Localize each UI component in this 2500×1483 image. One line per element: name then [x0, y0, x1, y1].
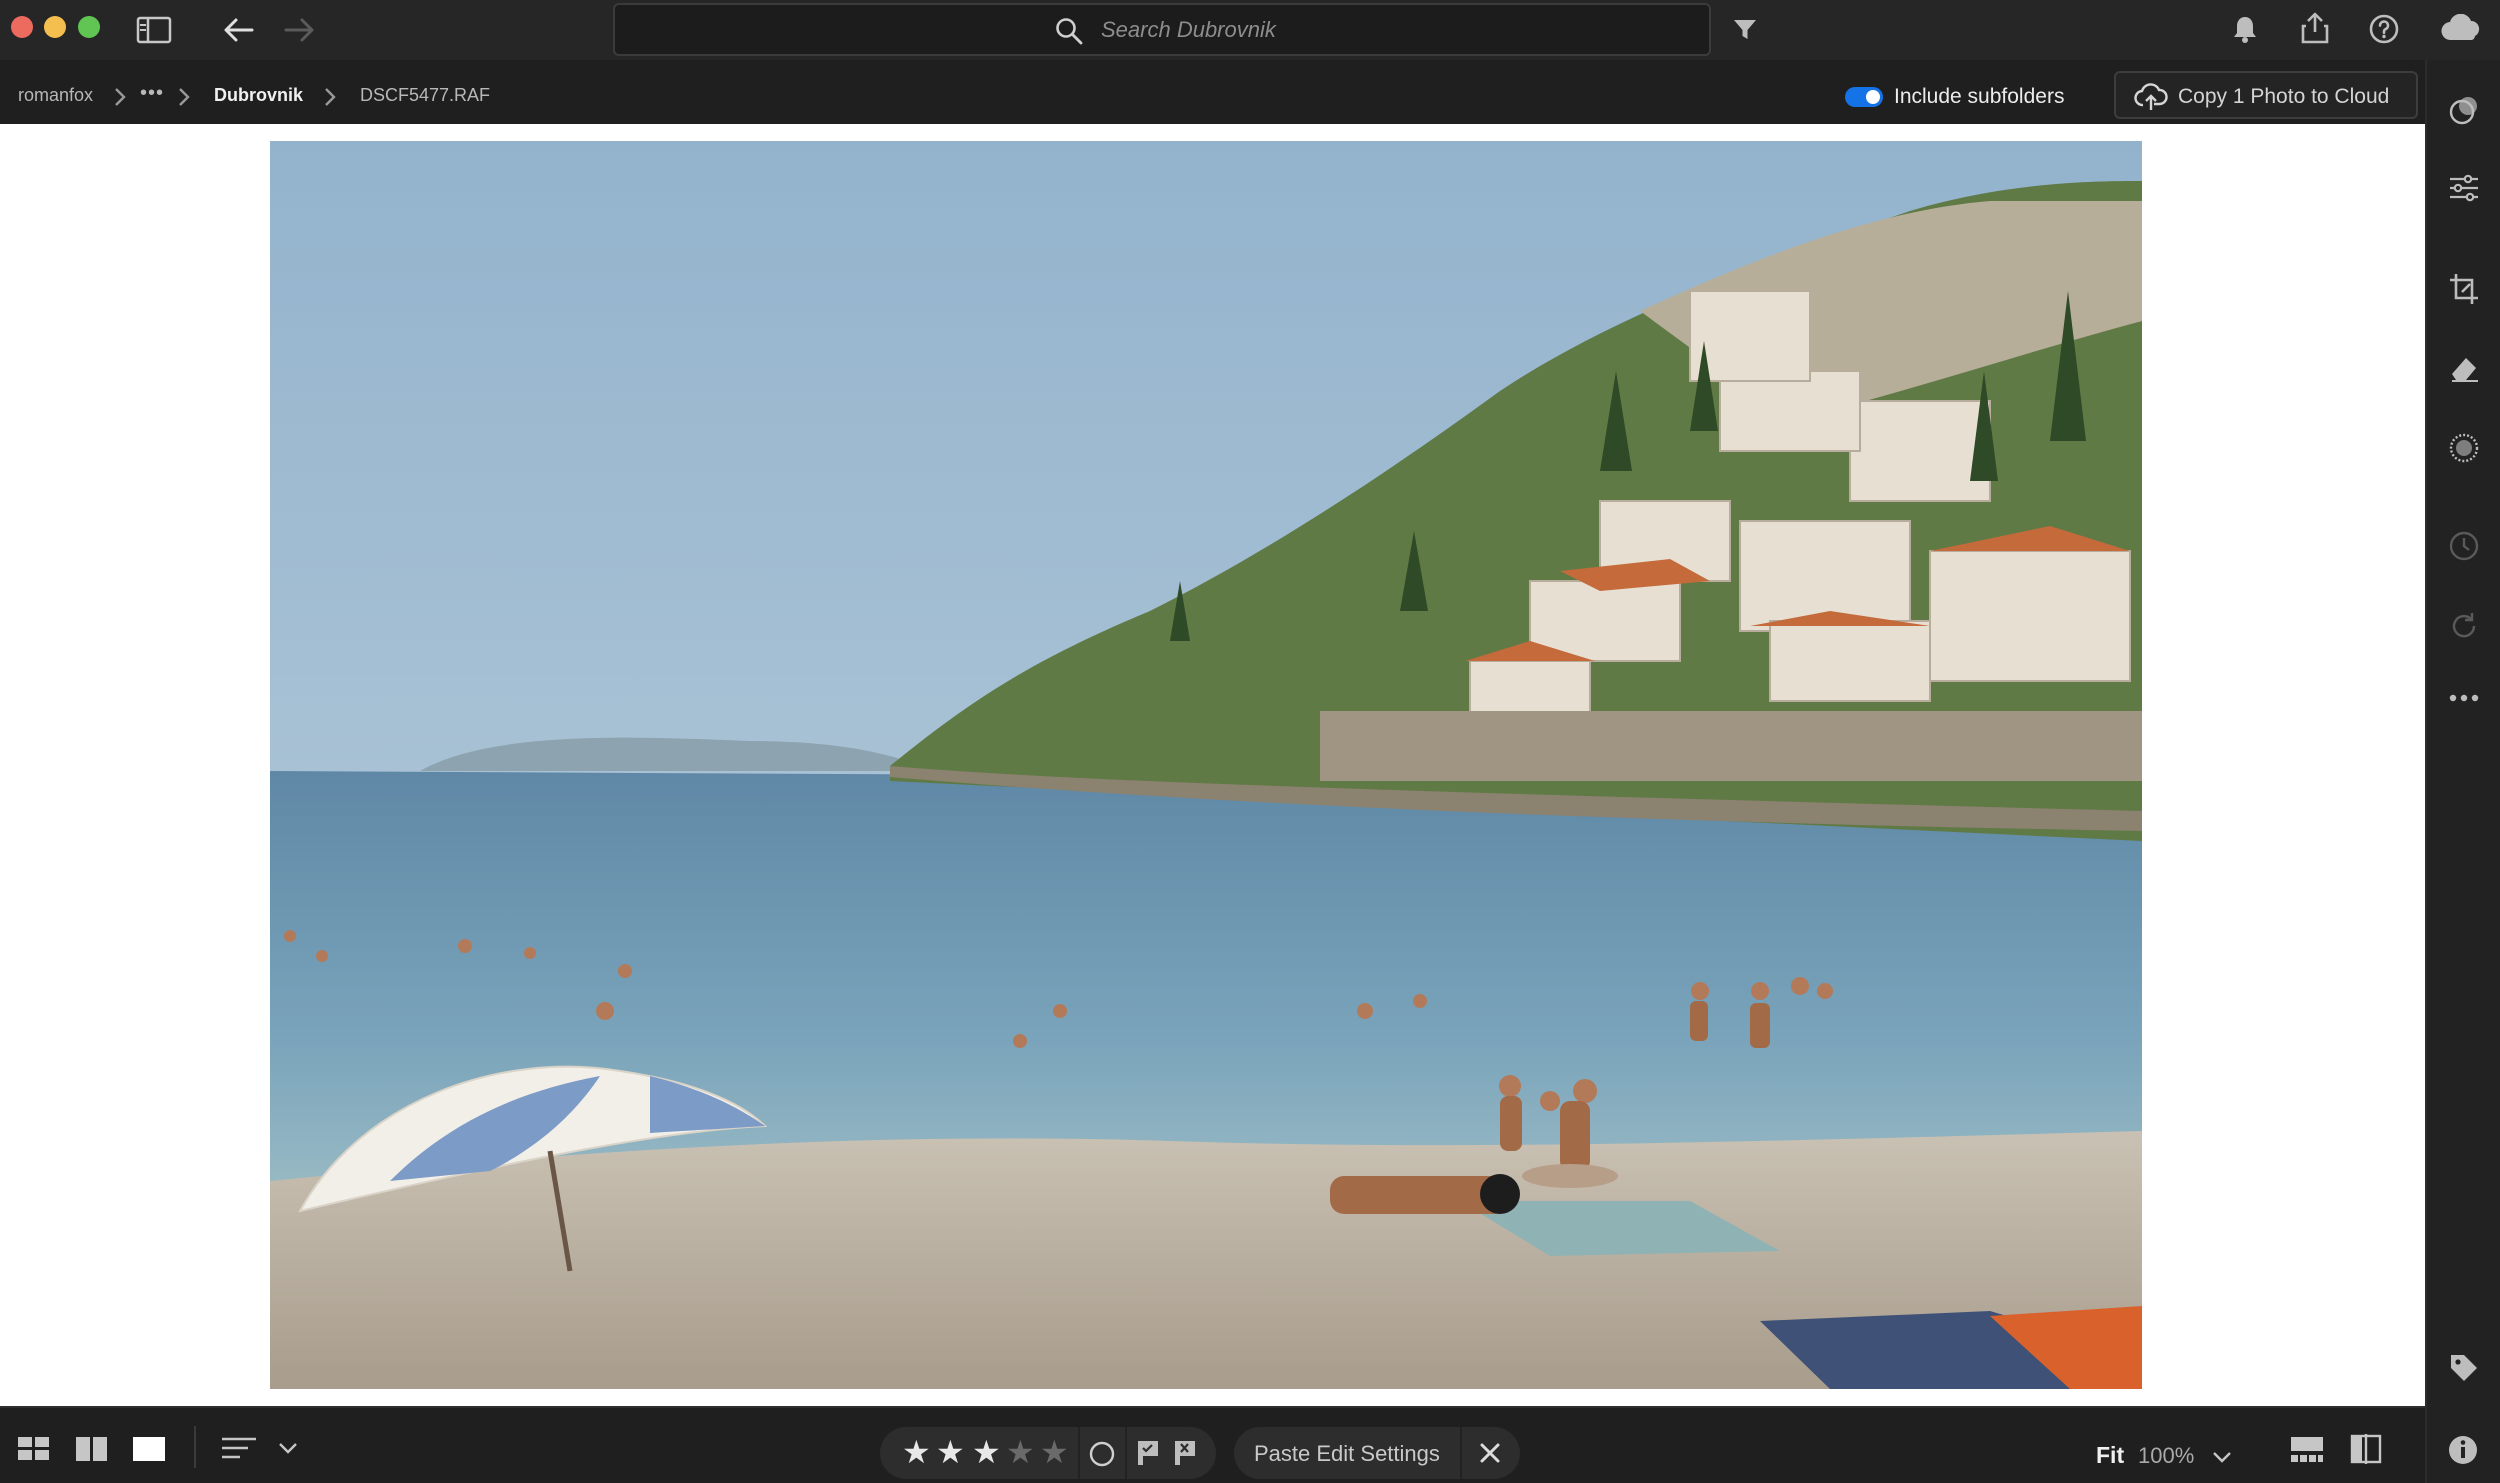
- breadcrumb-item-file: DSCF5477.RAF: [360, 85, 491, 105]
- breadcrumb-item-folder[interactable]: Dubrovnik: [214, 85, 303, 106]
- photo-canvas: [0, 124, 2425, 1406]
- loupe-photo[interactable]: [270, 141, 2142, 1389]
- help-icon[interactable]: [2368, 13, 2400, 45]
- grid-view-icon[interactable]: [18, 1436, 50, 1462]
- pill-divider: [1078, 1427, 1080, 1479]
- include-subfolders-toggle[interactable]: [1845, 87, 1883, 107]
- flag-reject-icon[interactable]: [1171, 1439, 1199, 1467]
- search-bar[interactable]: [613, 3, 1711, 56]
- chevron-right-icon: [114, 87, 126, 107]
- rating-star[interactable]: ★: [936, 1436, 965, 1468]
- cloud-status-icon[interactable]: [2440, 14, 2484, 42]
- square-grid-view-icon[interactable]: [76, 1436, 108, 1462]
- sort-icon[interactable]: [222, 1436, 258, 1462]
- paste-edit-settings-button[interactable]: Paste Edit Settings: [1234, 1427, 1520, 1479]
- rating-star[interactable]: ★: [972, 1436, 1001, 1468]
- breadcrumb-item-root[interactable]: romanfox: [18, 85, 93, 106]
- search-input[interactable]: [1101, 5, 1681, 54]
- paste-edit-settings-label: Paste Edit Settings: [1254, 1441, 1440, 1466]
- detail-view-icon[interactable]: [132, 1436, 166, 1462]
- info-icon[interactable]: [2447, 1434, 2479, 1466]
- forward-arrow-icon[interactable]: [284, 16, 316, 44]
- search-icon: [1055, 17, 1083, 45]
- versions-icon[interactable]: [2448, 610, 2480, 642]
- filter-icon[interactable]: [1732, 18, 1758, 42]
- filmstrip-icon[interactable]: [2290, 1436, 2324, 1464]
- copy-to-cloud-label: Copy 1 Photo to Cloud: [2178, 85, 2390, 108]
- zoom-dropdown-icon[interactable]: [2212, 1450, 2232, 1464]
- bell-icon[interactable]: [2232, 14, 2258, 44]
- masking-icon[interactable]: [2448, 432, 2480, 464]
- more-icon[interactable]: [2448, 692, 2480, 704]
- share-icon[interactable]: [2300, 11, 2330, 45]
- rating-star[interactable]: ★: [1006, 1436, 1035, 1468]
- rating-star[interactable]: ★: [902, 1436, 931, 1468]
- bottom-toolbar: ★ ★ ★ ★ ★ Paste Edit Settings Fit 100%: [0, 1406, 2425, 1483]
- chevron-right-icon: [178, 87, 190, 107]
- close-icon[interactable]: [1478, 1441, 1502, 1465]
- zoom-fit-button[interactable]: Fit: [2096, 1442, 2124, 1469]
- rating-flag-group: ★ ★ ★ ★ ★: [880, 1427, 1216, 1479]
- edit-sliders-icon[interactable]: [2448, 172, 2480, 204]
- cloud-upload-icon: [2134, 83, 2168, 110]
- copy-to-cloud-button[interactable]: Copy 1 Photo to Cloud: [2114, 71, 2418, 119]
- rating-star[interactable]: ★: [1040, 1436, 1069, 1468]
- include-subfolders-label: Include subfolders: [1894, 85, 2065, 108]
- flag-pick-icon[interactable]: [1134, 1439, 1162, 1467]
- window-zoom-button[interactable]: [78, 16, 100, 38]
- healing-eraser-icon[interactable]: [2448, 352, 2480, 384]
- window-minimize-button[interactable]: [44, 16, 66, 38]
- profile-icon[interactable]: [2448, 94, 2480, 126]
- chevron-right-icon: [324, 87, 336, 107]
- keywords-tag-icon[interactable]: [2448, 1352, 2480, 1384]
- breadcrumb: romanfox ••• Dubrovnik DSCF5477.RAF Incl…: [0, 60, 2425, 124]
- reject-circle-icon[interactable]: [1088, 1440, 1116, 1468]
- window-close-button[interactable]: [11, 16, 33, 38]
- pill-divider: [1125, 1427, 1127, 1479]
- pill-divider: [1460, 1427, 1462, 1479]
- toolbar-divider: [194, 1426, 196, 1468]
- back-arrow-icon[interactable]: [222, 16, 254, 44]
- compare-icon[interactable]: [2350, 1434, 2382, 1464]
- zoom-level[interactable]: 100%: [2138, 1443, 2194, 1469]
- sort-dropdown-icon[interactable]: [278, 1441, 298, 1455]
- breadcrumb-overflow[interactable]: •••: [140, 82, 164, 105]
- title-bar: [0, 0, 2500, 60]
- beach-photo-image: [270, 141, 2142, 1389]
- sidebar-toggle-icon[interactable]: [136, 16, 172, 44]
- history-icon[interactable]: [2448, 530, 2480, 562]
- edit-tool-rail: [2425, 60, 2500, 1483]
- crop-icon[interactable]: [2448, 272, 2480, 306]
